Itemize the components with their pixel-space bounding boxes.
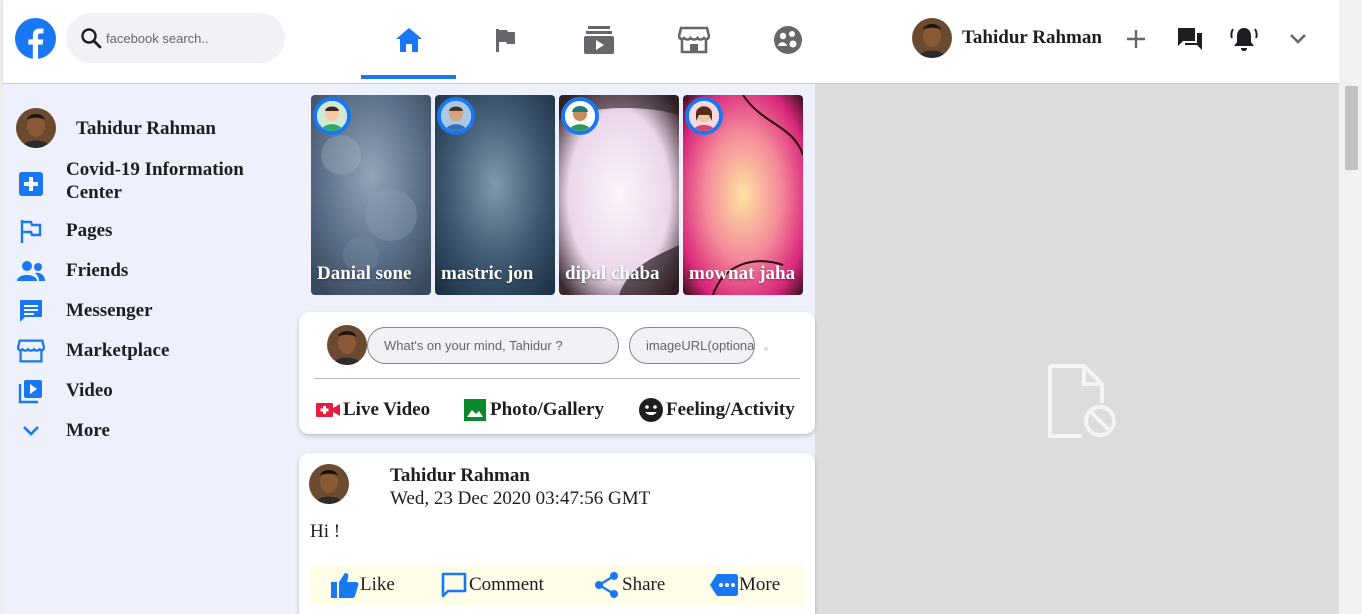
- tab-pages[interactable]: [457, 0, 552, 79]
- sidebar-item-label: More: [66, 420, 110, 441]
- like-button[interactable]: Like: [330, 571, 395, 599]
- smiley-icon: [639, 398, 663, 422]
- plus-icon: [1127, 30, 1145, 48]
- sidebar-item-pages[interactable]: Pages: [16, 216, 112, 246]
- post-body: Hi !: [310, 521, 341, 542]
- more-button[interactable]: More: [709, 571, 780, 599]
- sidebar-item-covid[interactable]: Covid-19 Information Center: [16, 159, 244, 203]
- chevron-down-icon: [1290, 34, 1306, 44]
- more-icon: [710, 574, 738, 596]
- account-menu-button[interactable]: [1283, 24, 1313, 54]
- post-action-bar: Like Comment Share More: [309, 565, 805, 605]
- notifications-button[interactable]: [1229, 24, 1259, 54]
- header-avatar[interactable]: [912, 18, 952, 58]
- flag-outline-icon: [20, 220, 42, 243]
- sidebar-item-label: Pages: [66, 220, 113, 241]
- store-icon: [17, 339, 45, 363]
- watch-icon: [583, 25, 614, 54]
- sidebar-item-label: Messenger: [66, 300, 153, 321]
- story-name: mownat jaha: [689, 263, 796, 284]
- sidebar-avatar[interactable]: [16, 108, 56, 148]
- sidebar-item-more[interactable]: More: [16, 416, 110, 446]
- home-icon: [395, 27, 422, 52]
- search-box[interactable]: [66, 13, 285, 63]
- header-user-name[interactable]: Tahidur Rahman: [962, 27, 1102, 49]
- comment-button[interactable]: Comment: [439, 571, 544, 599]
- sidebar-profile-name[interactable]: Tahidur Rahman: [76, 118, 216, 140]
- post-avatar[interactable]: [309, 464, 349, 504]
- status-input[interactable]: [367, 327, 619, 364]
- story-avatar: [685, 97, 723, 135]
- story-card[interactable]: dipal chaba: [559, 95, 679, 295]
- story-avatar: [313, 97, 351, 135]
- chevron-down-icon: [23, 426, 39, 436]
- sidebar-item-label: Covid-19 Information Center: [66, 159, 244, 203]
- photo-gallery-button[interactable]: Photo/Gallery: [463, 397, 604, 423]
- composer-avatar: [327, 325, 367, 365]
- story-card[interactable]: mastric jon: [435, 95, 555, 295]
- facebook-logo-icon[interactable]: [15, 18, 56, 59]
- search-icon: [81, 28, 102, 49]
- right-pane: [815, 84, 1339, 614]
- photo-icon: [464, 399, 486, 421]
- live-video-icon: [316, 403, 340, 417]
- flag-icon: [495, 28, 515, 52]
- bell-ring-icon: [1230, 28, 1258, 51]
- post-composer: Live Video Photo/Gallery Feeling/Activit…: [299, 312, 815, 434]
- tab-watch[interactable]: [551, 0, 646, 79]
- post-card: Tahidur Rahman Wed, 23 Dec 2020 03:47:56…: [299, 453, 815, 614]
- tab-home[interactable]: [361, 0, 456, 79]
- tab-groups[interactable]: [740, 0, 835, 79]
- scrollbar-thumb[interactable]: [1345, 86, 1358, 170]
- story-card[interactable]: mownat jaha: [683, 95, 803, 295]
- live-video-button[interactable]: Live Video: [316, 397, 430, 423]
- sidebar-item-friends[interactable]: Friends: [16, 256, 128, 286]
- top-header: Tahidur Rahman: [3, 0, 1339, 84]
- messenger-button[interactable]: [1175, 24, 1205, 54]
- feeling-activity-button[interactable]: Feeling/Activity: [639, 397, 795, 423]
- story-name: dipal chaba: [565, 263, 660, 284]
- chat-icon: [1178, 28, 1202, 50]
- sidebar-item-video[interactable]: Video: [16, 376, 113, 406]
- share-button[interactable]: Share: [592, 571, 665, 599]
- sidebar-item-messenger[interactable]: Messenger: [16, 296, 153, 326]
- sidebar-item-label: Friends: [66, 260, 129, 281]
- post-timestamp: Wed, 23 Dec 2020 03:47:56 GMT: [390, 488, 651, 509]
- composer-dot: [764, 347, 768, 351]
- blocked-file-icon: [1048, 364, 1116, 438]
- post-author[interactable]: Tahidur Rahman: [390, 465, 530, 487]
- video-library-icon: [18, 380, 42, 404]
- tab-marketplace[interactable]: [646, 0, 741, 79]
- groups-icon: [773, 25, 802, 54]
- create-button[interactable]: [1121, 24, 1151, 54]
- search-input[interactable]: [106, 26, 276, 50]
- sidebar-item-label: Video: [66, 380, 113, 401]
- friends-icon: [17, 261, 45, 281]
- sidebar-item-label: Marketplace: [66, 340, 170, 361]
- composer-divider: [314, 378, 800, 379]
- story-avatar: [561, 97, 599, 135]
- image-url-input[interactable]: [629, 327, 755, 364]
- share-icon: [595, 572, 618, 598]
- sidebar-item-marketplace[interactable]: Marketplace: [16, 336, 169, 366]
- marketplace-icon: [677, 26, 710, 53]
- message-icon: [20, 300, 42, 322]
- plus-box-icon: [19, 172, 43, 196]
- story-name: Danial sone: [317, 263, 412, 284]
- story-name: mastric jon: [441, 263, 534, 284]
- thumbs-up-icon: [331, 573, 359, 598]
- story-avatar: [437, 97, 475, 135]
- comment-icon: [441, 572, 467, 598]
- story-card[interactable]: Danial sone: [311, 95, 431, 295]
